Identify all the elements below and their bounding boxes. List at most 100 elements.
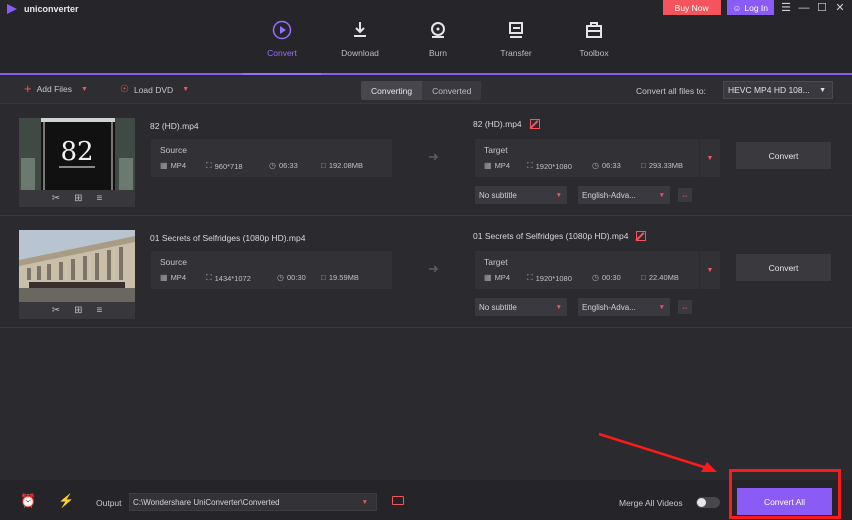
trim-icon[interactable]: ✂ xyxy=(52,193,60,204)
clock-icon: ◷ xyxy=(269,161,276,170)
convert-button[interactable]: Convert xyxy=(736,254,831,281)
video-thumbnail[interactable]: 82 xyxy=(19,118,135,190)
menu-icon[interactable]: ☰ xyxy=(780,1,792,14)
tab-burn[interactable]: Burn xyxy=(399,17,477,75)
audio-settings-icon[interactable]: ⇔ xyxy=(678,188,692,202)
target-resolution: ⛶ 1920*1080 xyxy=(527,161,572,171)
tab-download[interactable]: Download xyxy=(321,17,399,75)
clock-icon: ◷ xyxy=(277,273,284,282)
target-label: Target xyxy=(484,145,508,155)
close-icon[interactable]: ✕ xyxy=(834,1,846,14)
status-tabs: Converting Converted xyxy=(361,81,482,100)
merge-toggle[interactable] xyxy=(696,497,720,508)
folder-icon: □ xyxy=(321,273,326,282)
resolution-icon: ⛶ xyxy=(206,273,212,282)
clock-icon: ◷ xyxy=(592,273,599,282)
tab-toolbox-label: Toolbox xyxy=(579,48,609,58)
brand: uniconverter xyxy=(6,3,79,15)
source-format: ▦ MP4 xyxy=(160,161,186,170)
thumbnail-number: 82 xyxy=(60,137,93,167)
target-format-dropdown[interactable]: ▼ xyxy=(700,251,720,289)
open-folder-icon[interactable] xyxy=(392,496,404,505)
source-size: □ 192.08MB xyxy=(321,161,364,170)
chevron-down-icon: ▼ xyxy=(555,303,562,311)
tab-converting[interactable]: Converting xyxy=(361,81,423,100)
window-controls: Buy Now ☺ Log In ☰ — ☐ ✕ xyxy=(662,0,846,15)
chevron-down-icon[interactable]: ▼ xyxy=(182,86,189,93)
annotation-arrow xyxy=(598,432,717,472)
audio-track-select[interactable]: English-Adva... ▼ xyxy=(578,298,670,316)
login-button[interactable]: ☺ Log In xyxy=(726,0,774,15)
app-logo-icon xyxy=(7,4,17,14)
target-resolution: ⛶ 1920*1080 xyxy=(527,273,572,283)
chevron-down-icon: ▼ xyxy=(706,154,714,162)
effects-icon[interactable]: ≡ xyxy=(96,305,102,316)
output-label: Output xyxy=(96,498,122,508)
audio-track-value: English-Adva... xyxy=(582,190,636,200)
crop-icon[interactable]: ⊞ xyxy=(74,193,82,204)
tab-transfer-label: Transfer xyxy=(500,48,532,58)
audio-settings-icon[interactable]: ⇔ xyxy=(678,300,692,314)
subtitle-value: No subtitle xyxy=(479,190,517,200)
source-filename: 82 (HD).mp4 xyxy=(150,121,199,131)
chevron-down-icon: ▼ xyxy=(361,498,368,506)
resolution-icon: ⛶ xyxy=(206,161,212,170)
tab-toolbox[interactable]: Toolbox xyxy=(555,17,633,75)
target-filename-row: 01 Secrets of Selfridges (1080p HD).mp4 xyxy=(473,231,647,241)
trim-icon[interactable]: ✂ xyxy=(52,305,60,316)
source-size: □ 19.59MB xyxy=(321,273,359,282)
thumbnail-tools: ✂ ⊞ ≡ xyxy=(19,190,135,207)
load-dvd-button[interactable]: ☉ Load DVD ▼ xyxy=(120,84,189,95)
source-info: Source ▦ MP4 ⛶ 960*718 ◷ 06:33 □ 192.08MB xyxy=(151,139,392,177)
film-icon: ▦ xyxy=(484,273,492,282)
convert-button[interactable]: Convert xyxy=(736,142,831,169)
folder-icon: □ xyxy=(321,161,326,170)
source-info: Source ▦ MP4 ⛶ 1434*1072 ◷ 00:30 □ 19.59MB xyxy=(151,251,392,289)
target-format-dropdown[interactable]: ▼ xyxy=(700,139,720,177)
output-format-select[interactable]: HEVC MP4 HD 108... ▼ xyxy=(723,81,833,99)
crop-icon[interactable]: ⊞ xyxy=(74,305,82,316)
effects-icon[interactable]: ≡ xyxy=(96,193,102,204)
subtitle-select[interactable]: No subtitle ▼ xyxy=(475,186,567,204)
audio-track-select[interactable]: English-Adva... ▼ xyxy=(578,186,670,204)
tab-burn-label: Burn xyxy=(429,48,447,58)
source-label: Source xyxy=(160,145,187,155)
arrow-right-icon: ➜ xyxy=(428,149,439,164)
target-filename: 82 (HD).mp4 xyxy=(473,119,522,129)
video-thumbnail[interactable] xyxy=(19,230,135,302)
source-resolution: ⛶ 960*718 xyxy=(206,161,243,171)
source-filename: 01 Secrets of Selfridges (1080p HD).mp4 xyxy=(150,233,306,243)
target-duration: ◷ 06:33 xyxy=(592,161,621,170)
annotation-highlight-box xyxy=(729,469,841,519)
edit-icon[interactable] xyxy=(529,119,540,129)
thumbnail-image xyxy=(19,230,135,302)
buy-now-button[interactable]: Buy Now xyxy=(662,0,721,15)
chevron-down-icon: ▼ xyxy=(819,86,826,94)
thumbnail-tools: ✂ ⊞ ≡ xyxy=(19,302,135,319)
edit-icon[interactable] xyxy=(636,231,647,241)
resolution-icon: ⛶ xyxy=(527,273,533,282)
tab-transfer[interactable]: Transfer xyxy=(477,17,555,75)
output-format-value: HEVC MP4 HD 108... xyxy=(728,85,810,95)
maximize-icon[interactable]: ☐ xyxy=(816,1,828,14)
minimize-icon[interactable]: — xyxy=(798,2,810,14)
disc-icon xyxy=(431,22,445,38)
target-duration: ◷ 00:30 xyxy=(592,273,621,282)
tab-convert[interactable]: Convert xyxy=(243,17,321,75)
subtitle-select[interactable]: No subtitle ▼ xyxy=(475,298,567,316)
alarm-clock-icon[interactable]: ⏰ xyxy=(20,493,36,509)
target-size: □ 22.40MB xyxy=(641,273,679,282)
title-bar: uniconverter Buy Now ☺ Log In ☰ — ☐ ✕ Co… xyxy=(0,0,852,75)
chevron-down-icon: ▼ xyxy=(706,266,714,274)
tab-converted[interactable]: Converted xyxy=(422,81,481,100)
output-path-value: C:\Wondershare UniConverter\Converted xyxy=(133,497,280,507)
toolbar: + Add Files ▼ ☉ Load DVD ▼ Converting Co… xyxy=(0,77,852,104)
output-path-select[interactable]: C:\Wondershare UniConverter\Converted ▼ xyxy=(129,493,377,511)
target-format: ▦ MP4 xyxy=(484,161,510,170)
add-files-button[interactable]: + Add Files ▼ xyxy=(24,82,88,95)
source-label: Source xyxy=(160,257,187,267)
subtitle-value: No subtitle xyxy=(479,302,517,312)
target-label: Target xyxy=(484,257,508,267)
lightning-icon[interactable]: ⚡ xyxy=(58,493,74,509)
chevron-down-icon[interactable]: ▼ xyxy=(81,86,88,93)
